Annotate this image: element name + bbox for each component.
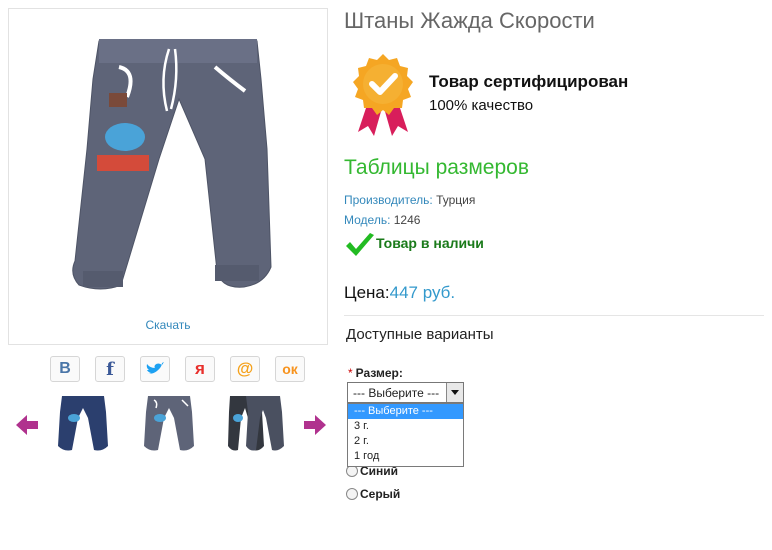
stock-status: Товар в наличи — [376, 235, 484, 251]
radio-button[interactable] — [346, 488, 358, 500]
prev-arrow-icon[interactable] — [14, 412, 40, 438]
odnoklassniki-icon: ок — [282, 361, 298, 377]
size-option[interactable]: 1 год — [348, 449, 463, 464]
size-field-label: * Размер: — [348, 366, 403, 380]
checkmark-icon — [346, 233, 374, 256]
next-arrow-icon[interactable] — [302, 412, 328, 438]
size-option[interactable]: --- Выберите --- — [348, 404, 463, 419]
model-row: Модель: 1246 — [344, 213, 420, 227]
facebook-icon: f — [106, 358, 114, 380]
price-label: Цена: — [344, 283, 390, 302]
size-option[interactable]: 2 г. — [348, 434, 463, 449]
chevron-down-icon[interactable] — [446, 383, 463, 402]
share-odnoklassniki-button[interactable]: ок — [275, 356, 305, 382]
size-select[interactable]: --- Выберите --- — [347, 382, 464, 403]
yaru-icon: я — [195, 359, 205, 378]
certificate-subtitle: 100% качество — [429, 97, 534, 114]
mailru-icon: @ — [236, 359, 254, 378]
vk-icon: В — [59, 360, 71, 377]
model-label: Модель: — [344, 213, 391, 227]
thumbnail-dark[interactable] — [226, 392, 284, 454]
color-option-label: Серый — [360, 487, 401, 501]
price: Цена:447 руб. — [344, 283, 455, 303]
divider — [344, 315, 764, 316]
certificate-title: Товар сертифицирован — [429, 72, 629, 91]
price-value: 447 руб. — [389, 283, 456, 302]
model-value: 1246 — [393, 213, 421, 227]
thumbnail-gray[interactable] — [140, 392, 198, 454]
color-option-gray[interactable]: Серый — [346, 487, 400, 501]
share-yaru-button[interactable]: я — [185, 356, 215, 382]
size-select-value: --- Выберите --- — [353, 386, 440, 400]
product-main-image[interactable] — [8, 8, 328, 345]
thumbnail-navy[interactable] — [54, 392, 112, 454]
share-twitter-button[interactable] — [140, 356, 170, 382]
variants-heading: Доступные варианты — [346, 326, 494, 343]
share-vk-button[interactable]: В — [50, 356, 80, 382]
twitter-icon — [146, 362, 164, 374]
size-label-text: Размер: — [355, 366, 403, 380]
certificate-badge-icon — [353, 54, 413, 136]
manufacturer-value: Турция — [436, 193, 476, 207]
download-link[interactable]: Скачать — [8, 318, 328, 332]
size-tables-link[interactable]: Таблицы размеров — [344, 156, 529, 180]
manufacturer-row: Производитель: Турция — [344, 193, 475, 207]
required-mark: * — [348, 366, 353, 380]
size-dropdown-list: --- Выберите --- 3 г. 2 г. 1 год — [347, 403, 464, 467]
share-facebook-button[interactable]: f — [95, 356, 125, 382]
product-title: Штаны Жажда Скорости — [344, 8, 595, 33]
manufacturer-label[interactable]: Производитель: — [344, 193, 433, 207]
share-mailru-button[interactable]: @ — [230, 356, 260, 382]
size-option[interactable]: 3 г. — [348, 419, 463, 434]
